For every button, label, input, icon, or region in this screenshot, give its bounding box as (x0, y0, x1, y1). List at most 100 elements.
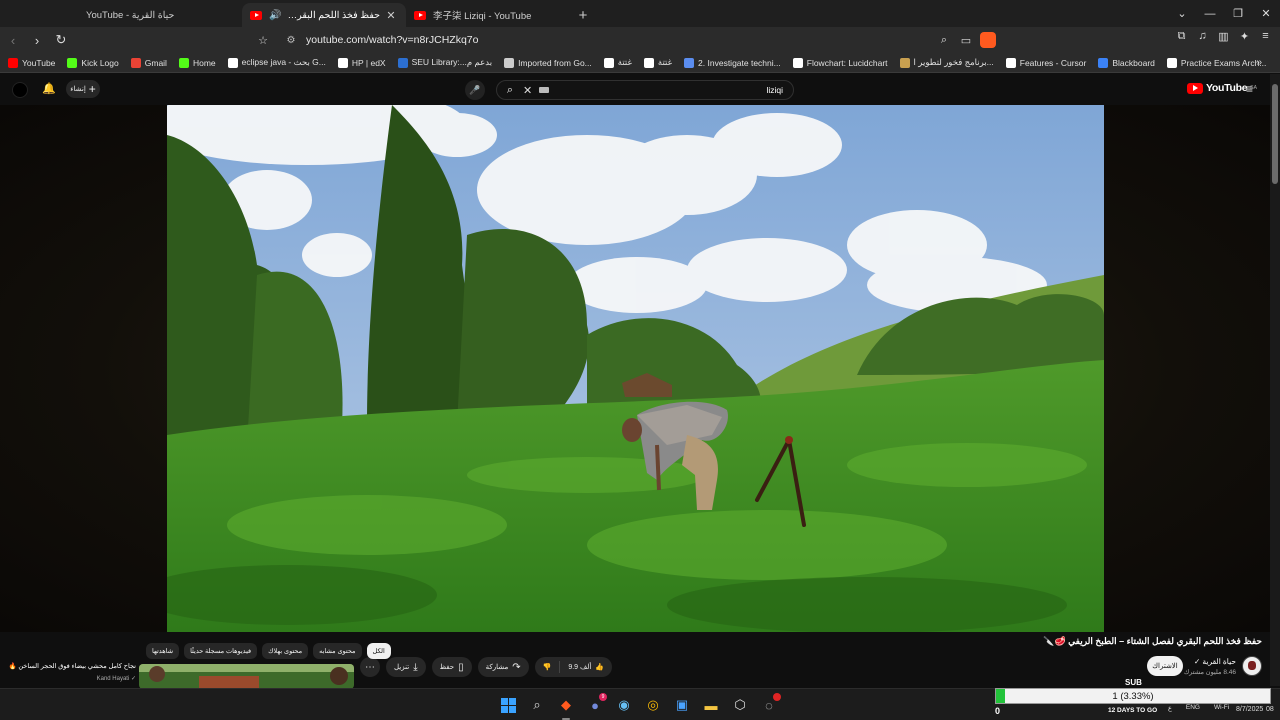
bookmark-item[interactable]: Home (178, 57, 216, 68)
url-text[interactable]: youtube.com/watch?v=n8rJCHZkq7o (306, 34, 478, 46)
video-player[interactable] (167, 105, 1104, 632)
recommendation-channel[interactable]: Kand Hayati ✓ (8, 675, 136, 682)
filter-chip[interactable]: محتوى بهلاك (262, 643, 309, 659)
restore-icon[interactable]: ❐ (1224, 7, 1252, 20)
clock-date[interactable]: 8/7/2025 (1236, 706, 1263, 713)
close-window-icon[interactable]: ✕ (1252, 7, 1280, 20)
bookmark-item[interactable]: Blackboard (1098, 57, 1155, 68)
bookmark-item[interactable]: برنامج فخور لتطوير ا... (899, 57, 994, 68)
brave-shield-icon[interactable] (980, 32, 996, 48)
save-label: حفظ (439, 664, 455, 671)
reload-icon[interactable]: ↻ (50, 32, 72, 48)
create-button[interactable]: إنشاء + (66, 80, 100, 98)
zoom-icon[interactable]: ⌕ (936, 34, 952, 47)
windows-start-icon[interactable] (498, 695, 518, 715)
tab-youtube-village-life[interactable]: YouTube - حياة القرية (78, 3, 242, 27)
bookmark-item[interactable]: غتتة (643, 57, 672, 68)
create-label: إنشاء (70, 86, 86, 93)
bookmark-item[interactable]: SEU Library:...بدعم م (397, 57, 492, 68)
bookmark-item[interactable]: Features - Cursor (1005, 57, 1086, 68)
filter-chip[interactable]: محتوى مشابه (313, 643, 362, 659)
channel-name[interactable]: حياة القرية ✓ (1194, 657, 1236, 666)
leo-icon[interactable]: ✦ (1238, 30, 1251, 43)
new-tab-button[interactable]: + (570, 3, 596, 27)
more-bookmarks-icon[interactable]: » (1256, 57, 1262, 68)
account-avatar[interactable] (12, 82, 28, 98)
bookmark-item[interactable]: eclipse java - بحث G... (227, 57, 326, 68)
more-actions-button[interactable]: ⋯ (360, 657, 380, 677)
download-button[interactable]: تنزيل ⤓ (386, 657, 426, 677)
cast-icon[interactable]: ▭ (958, 34, 974, 47)
discord-icon[interactable]: ● 9 (585, 693, 607, 715)
bookmark-label: Kick Logo (81, 57, 119, 68)
bookmark-item[interactable]: Imported from Go... (504, 57, 592, 68)
clear-search-icon[interactable]: ✕ (523, 84, 537, 97)
network-status[interactable]: Wi-Fi (1214, 704, 1229, 712)
photos-icon[interactable]: ▣ (672, 695, 692, 715)
close-tab-icon[interactable]: ✕ (384, 9, 398, 22)
keyboard-icon[interactable] (539, 87, 549, 93)
bookmark-item[interactable]: 2. Investigate techni... (684, 57, 781, 68)
scrollbar-thumb[interactable] (1272, 84, 1278, 184)
site-info-icon[interactable]: ⚙ (280, 35, 302, 46)
minimize-icon[interactable]: — (1196, 8, 1224, 20)
tab-liziqi[interactable]: 李子柒 Liziqi - YouTube (406, 3, 570, 27)
tab-current-video[interactable]: 🔊 حفظ فخذ اللحم البقري لفصل ال ✕ (242, 3, 406, 27)
bookmark-item[interactable]: Practice Exams Arch... (1166, 57, 1266, 68)
bookmark-item[interactable]: Gmail (130, 57, 167, 68)
channel-avatar[interactable] (1242, 656, 1262, 676)
download-label: تنزيل (394, 664, 410, 671)
dislike-button[interactable]: 👎 (535, 657, 560, 677)
brave-browser-icon[interactable]: ◆ (556, 695, 576, 720)
steam-icon[interactable]: ◉ (614, 695, 634, 715)
extensions-area: ⧉ ♫ ▥ ✦ ≡ (1175, 30, 1272, 43)
search-icon[interactable]: ⌕ (497, 84, 523, 97)
media-icon[interactable]: ♫ (1196, 30, 1209, 43)
filter-chip[interactable]: الكل (366, 643, 391, 659)
chrome-icon[interactable]: ◎ (643, 695, 663, 715)
omnibox-actions: ⌕ ▭ (936, 30, 996, 50)
subscriber-goal-progress: 1 (3.33%) (995, 688, 1271, 704)
youtube-icon (414, 10, 426, 20)
notifications-bell-icon[interactable]: 🔔 (42, 82, 56, 95)
page-scrollbar[interactable] (1270, 74, 1280, 686)
bookmark-item[interactable]: Kick Logo (67, 57, 119, 68)
address-bar[interactable]: ☆ ⚙ youtube.com/watch?v=n8rJCHZkq7o ⌕ ▭ (252, 30, 1002, 50)
share-icon: ↷ (512, 661, 521, 673)
unity-icon[interactable]: ⬡ (730, 695, 750, 715)
search-icon[interactable]: ⌕ (527, 695, 547, 715)
voice-search-icon[interactable]: 🎤 (465, 80, 485, 100)
back-icon[interactable]: ‹ (2, 33, 24, 48)
filter-chip[interactable]: فيديوهات مسجلة حديثًا (184, 643, 258, 659)
bookmark-item[interactable]: YouTube (8, 57, 55, 68)
menu-icon[interactable]: ≡ (1259, 30, 1272, 43)
share-button[interactable]: مشاركة ↷ (477, 657, 529, 677)
bookmark-item[interactable]: Flowchart: Lucidchart (792, 57, 888, 68)
bookmark-item[interactable]: HP | edX (337, 57, 386, 68)
recommendation-title[interactable]: نجاح كامل محشي بيضاء فوق الحجر الساخن 🔥🌿 (8, 662, 136, 670)
sidebar-icon[interactable]: ▥ (1217, 30, 1230, 43)
guide-menu-icon[interactable]: ≡ (1246, 82, 1253, 96)
recommendation-thumbnail[interactable] (139, 664, 354, 689)
file-explorer-icon[interactable]: ▬ (701, 695, 721, 715)
keyboard-layout[interactable]: ENG (1186, 704, 1200, 712)
like-button[interactable]: 9.9 ألف 👍 (560, 657, 612, 677)
bookmark-label: برنامج فخور لتطوير ا... (913, 57, 994, 67)
extensions-icon[interactable]: ⧉ (1175, 30, 1188, 43)
search-box: ⌕ ✕ (496, 80, 794, 100)
save-button[interactable]: حفظ ▯ (431, 657, 472, 677)
subscribe-button[interactable]: الاشتراك (1147, 656, 1183, 676)
tab-search-button[interactable] (0, 3, 78, 27)
forward-icon[interactable]: › (26, 33, 48, 48)
recommendation-item[interactable]: نجاح كامل محشي بيضاء فوق الحجر الساخن 🔥🌿… (8, 662, 136, 682)
bookmark-item[interactable]: غتتة (603, 57, 632, 68)
lucid-icon (792, 57, 803, 68)
obs-icon[interactable]: ◌ (759, 693, 781, 715)
tab-list-icon[interactable]: ⌄ (1168, 7, 1196, 20)
search-input[interactable] (549, 85, 793, 95)
logo-text: YouTube (1206, 82, 1248, 94)
speaker-icon[interactable]: 🔊 (269, 10, 281, 21)
input-language[interactable]: ع (1168, 704, 1172, 712)
bookmark-icon[interactable]: ☆ (252, 34, 274, 47)
filter-chip[interactable]: شاهدتها (146, 643, 180, 659)
